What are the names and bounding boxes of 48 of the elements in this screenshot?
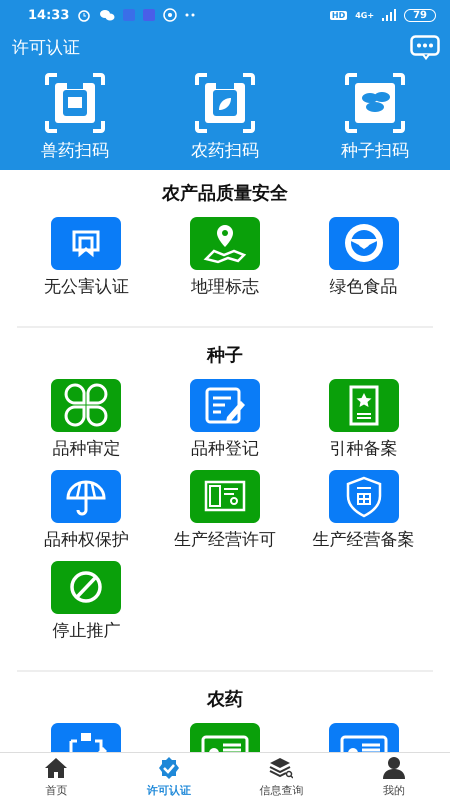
chat-bubble-icon <box>410 34 440 60</box>
feature-label[interactable]: 品种权保护 <box>44 528 129 552</box>
battery-level: 79 <box>404 8 436 22</box>
nav-tab[interactable]: 许可认证 <box>112 753 225 800</box>
signal-icon <box>382 9 396 21</box>
section-title: 种子 <box>206 344 244 368</box>
pin-tile-icon[interactable] <box>190 217 260 270</box>
scan-frame-icon <box>195 73 255 133</box>
feature-label[interactable]: 停止推广 <box>52 619 120 643</box>
hotspot-icon <box>163 8 178 22</box>
more-notifications-icon <box>185 13 196 17</box>
nav-tab[interactable]: 首页 <box>0 753 112 800</box>
feature-label[interactable]: 品种登记 <box>190 437 259 461</box>
star-tile-icon[interactable] <box>328 379 399 432</box>
feature-label[interactable]: 品种审定 <box>52 437 120 461</box>
section-title: 农药 <box>206 688 244 712</box>
alarm-icon <box>77 8 92 22</box>
app-icon <box>143 9 156 21</box>
ribbon-tile-icon[interactable] <box>51 217 122 270</box>
layers-search-icon <box>269 756 294 780</box>
scan-frame-icon <box>45 73 105 133</box>
scan-frame-icon <box>345 73 405 133</box>
umbrella-tile-icon[interactable] <box>51 470 122 523</box>
edit-tile-icon[interactable] <box>190 379 260 432</box>
home-icon <box>44 756 68 780</box>
app-icon <box>123 9 136 21</box>
badge-check-icon <box>156 756 181 780</box>
nav-tab[interactable]: 我的 <box>338 753 450 800</box>
hd-indicator: HD <box>330 10 348 20</box>
status-time: 14:33 <box>28 8 70 22</box>
feature-label[interactable]: 地理标志 <box>190 275 259 299</box>
clover-tile-icon[interactable] <box>51 379 122 432</box>
feature-label[interactable]: 引种备案 <box>330 437 398 461</box>
network-type: 4G+ <box>355 10 374 20</box>
feature-label[interactable]: 生产经营许可 <box>174 528 276 552</box>
chat-icon <box>99 8 116 22</box>
message-button[interactable] <box>410 34 440 60</box>
feature-label[interactable]: 无公害认证 <box>44 275 129 299</box>
license-tile-icon[interactable] <box>190 470 260 523</box>
emblem-tile-icon[interactable] <box>328 217 399 270</box>
page-title: 许可认证 <box>12 37 81 59</box>
feature-label[interactable]: 绿色食品 <box>330 275 398 299</box>
section-title: 农产品质量安全 <box>160 182 289 206</box>
shield-tile-icon[interactable] <box>328 470 399 523</box>
feature-label[interactable]: 生产经营备案 <box>312 528 415 552</box>
person-icon <box>382 756 406 780</box>
nav-tab[interactable]: 信息查询 <box>225 753 338 800</box>
forbid-tile-icon[interactable] <box>51 561 122 614</box>
